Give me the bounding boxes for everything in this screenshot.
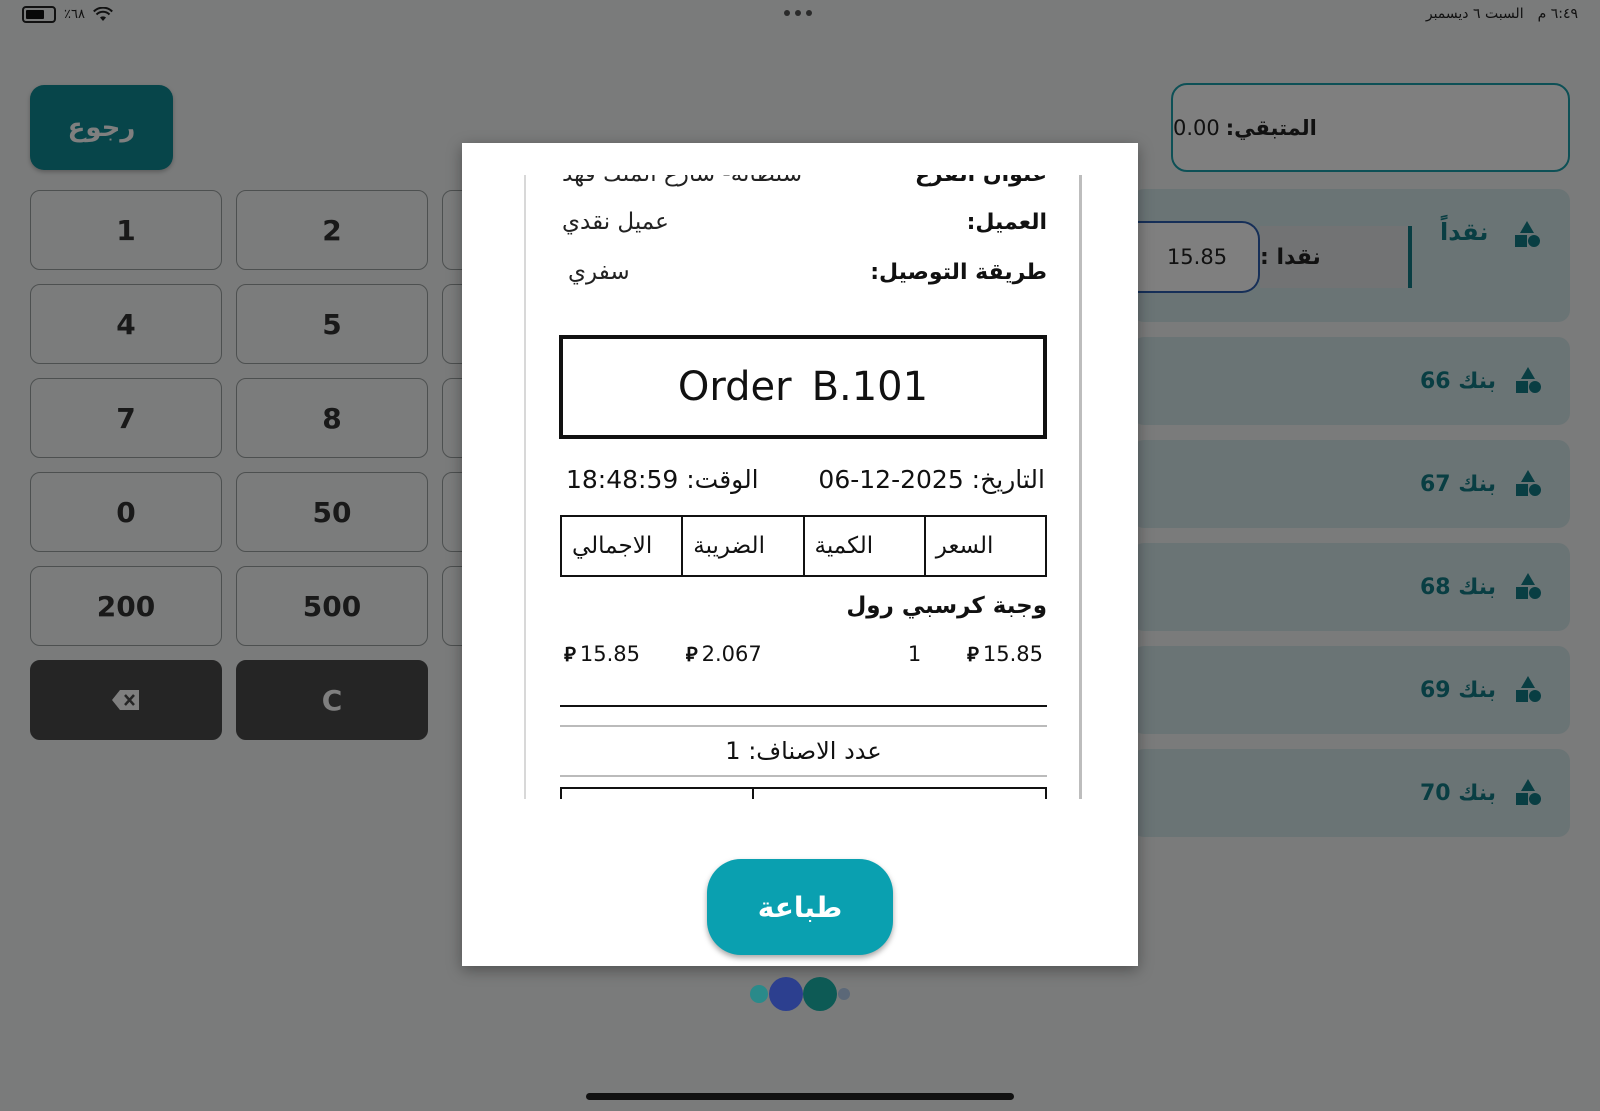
- customer-label: العميل:: [966, 209, 1047, 235]
- totals-table: [560, 787, 1047, 799]
- branch-label: عنوان الفرع: [915, 175, 1047, 187]
- customer-row: العميل: عميل نقدي: [562, 209, 1047, 235]
- riyal-icon: ⃁: [966, 642, 979, 666]
- branch-value: سلطانه- شارع الملك فهد: [562, 175, 802, 187]
- column-quantity: الكمية: [802, 517, 924, 575]
- divider: [560, 725, 1047, 727]
- print-button[interactable]: طباعة: [707, 859, 893, 955]
- item-quantity: 1: [907, 642, 922, 666]
- column-tax: الضريبة: [681, 517, 802, 575]
- item-name: وجبة كرسبي رول: [846, 593, 1047, 619]
- column-total: الاجمالي: [572, 533, 653, 559]
- loading-indicator: [750, 977, 850, 1011]
- order-time: الوقت: 18:48:59: [566, 465, 759, 494]
- item-tax: 2.067: [701, 642, 762, 666]
- order-number-box: Order B.101: [559, 335, 1047, 439]
- divider: [560, 705, 1047, 707]
- delivery-value: سفري: [568, 259, 630, 285]
- table-row: 15.85 ⃁ 1 2.067 ⃁ 15.85 ⃁: [560, 637, 1047, 671]
- delivery-row: طريقة التوصيل: سفري: [562, 259, 1047, 285]
- divider: [560, 775, 1047, 777]
- home-indicator[interactable]: [586, 1093, 1014, 1100]
- receipt-modal: عنوان الفرع سلطانه- شارع الملك فهد العمي…: [462, 143, 1138, 966]
- receipt-paper[interactable]: عنوان الفرع سلطانه- شارع الملك فهد العمي…: [524, 175, 1082, 799]
- order-word: Order: [677, 364, 792, 410]
- column-price: السعر: [923, 517, 1045, 575]
- item-total: 15.85: [579, 642, 641, 666]
- customer-value: عميل نقدي: [562, 209, 669, 235]
- riyal-icon: ⃁: [564, 642, 576, 666]
- order-datetime: التاريخ: 2025-12-06 الوقت: 18:48:59: [566, 465, 1045, 494]
- riyal-icon: ⃁: [685, 642, 698, 666]
- order-date: التاريخ: 2025-12-06: [818, 465, 1045, 494]
- items-table-header: السعر الكمية الضريبة الاجمالي: [560, 515, 1047, 577]
- items-count: عدد الاصناف: 1: [725, 737, 882, 765]
- item-price: 15.85: [982, 642, 1043, 666]
- delivery-label: طريقة التوصيل:: [870, 259, 1047, 285]
- branch-row: عنوان الفرع سلطانه- شارع الملك فهد: [562, 175, 1047, 187]
- order-number: B.101: [811, 364, 929, 410]
